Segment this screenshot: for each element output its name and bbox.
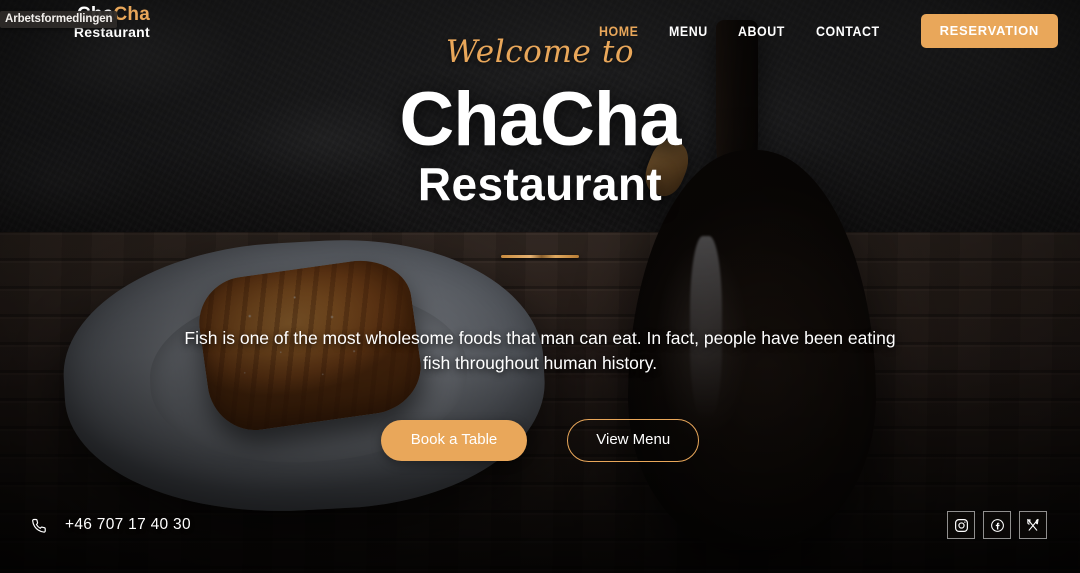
page-root: ChaCha Restaurant Arbetsformedlingen HOM…: [0, 0, 1080, 573]
nav-item-menu[interactable]: MENU: [669, 24, 708, 39]
hero-divider: [501, 254, 579, 258]
nav-item-home[interactable]: HOME: [599, 24, 638, 39]
autofill-overlay-chip[interactable]: Arbetsformedlingen: [0, 11, 118, 28]
site-header: ChaCha Restaurant Arbetsformedlingen HOM…: [0, 0, 1080, 58]
phone-number: +46 707 17 40 30: [65, 516, 191, 533]
hero-subtitle: Restaurant: [417, 157, 663, 210]
brand-logo-part-two: Cha: [113, 4, 150, 25]
hero-tagline: Fish is one of the most wholesome foods …: [184, 327, 896, 374]
social-links: [947, 511, 1047, 539]
cutlery-icon[interactable]: [1019, 511, 1047, 539]
view-menu-button[interactable]: View Menu: [567, 418, 700, 462]
nav-item-contact[interactable]: CONTACT: [816, 24, 880, 39]
contact-phone[interactable]: +46 707 17 40 30: [30, 516, 191, 534]
phone-icon: [30, 517, 47, 534]
nav-item-about[interactable]: ABOUT: [738, 24, 785, 39]
hero-title: ChaCha: [399, 77, 681, 162]
hero-cta-row: Book a Table View Menu: [380, 418, 700, 462]
book-a-table-button[interactable]: Book a Table: [380, 419, 528, 461]
main-navigation: HOME MENU ABOUT CONTACT RESERVATION: [599, 14, 1058, 48]
instagram-icon[interactable]: [947, 511, 975, 539]
facebook-icon[interactable]: [983, 511, 1011, 539]
reservation-button[interactable]: RESERVATION: [920, 14, 1058, 48]
